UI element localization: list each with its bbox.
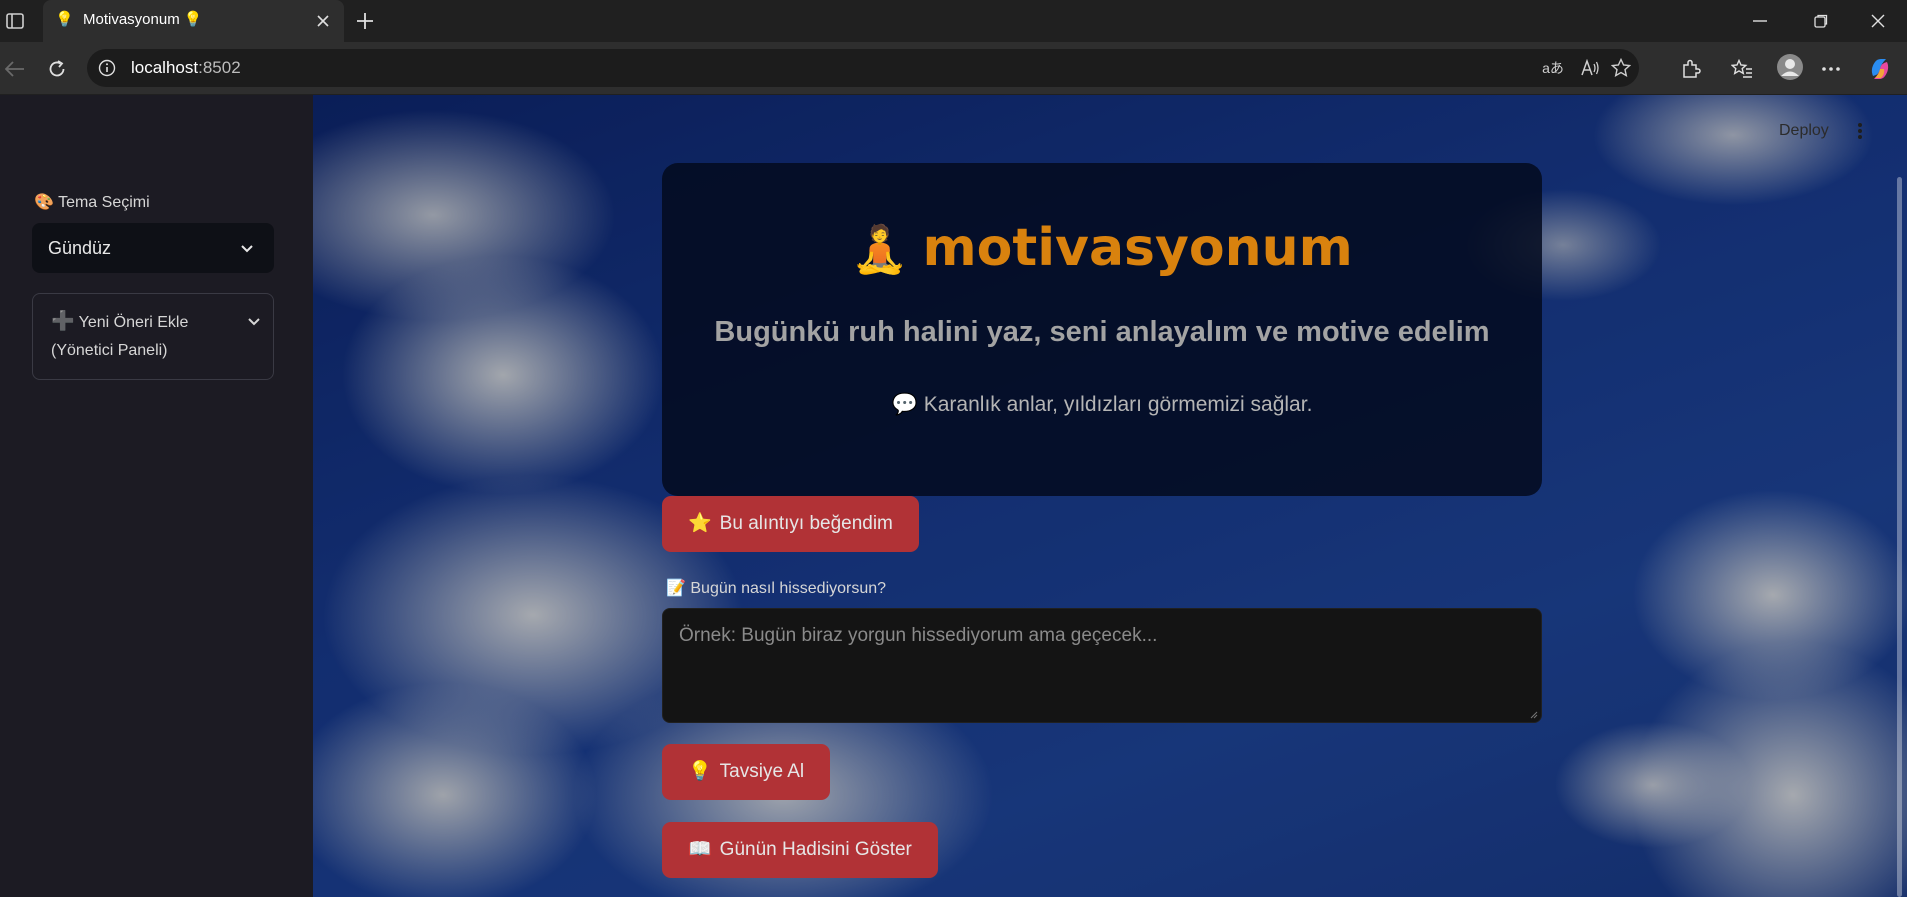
expander-label-line1: Yeni Öneri Ekle <box>78 314 189 331</box>
translate-icon[interactable]: aあ <box>1542 57 1564 79</box>
url-port: :8502 <box>198 58 241 77</box>
resize-handle-icon[interactable] <box>1530 711 1538 719</box>
favorites-icon[interactable] <box>1727 54 1757 84</box>
page-subtitle: Bugünkü ruh halini yaz, seni anlayalım v… <box>714 316 1490 348</box>
url-host: localhost <box>131 58 199 77</box>
chevron-down-icon <box>248 318 260 326</box>
book-icon: 📖 <box>688 839 712 860</box>
admin-panel-expander-label: ➕ Yeni Öneri Ekle (Yönetici Paneli) <box>51 308 231 365</box>
close-tab-icon[interactable] <box>311 9 335 33</box>
read-aloud-icon[interactable] <box>1579 57 1601 79</box>
daily-quote: 💬 Karanlık anlar, yıldızları görmemizi sa… <box>662 392 1542 418</box>
get-advice-label: Tavsiye Al <box>719 761 805 782</box>
plus-icon: ➕ <box>51 311 75 332</box>
tab-title: Motivasyonum 💡 <box>83 11 203 28</box>
show-hadith-label: Günün Hadisini Göster <box>719 839 912 860</box>
theme-select[interactable]: Gündüz <box>32 223 274 273</box>
mood-textarea-placeholder: Örnek: Bugün biraz yorgun hissediyorum a… <box>679 625 1158 646</box>
back-icon[interactable] <box>0 54 30 84</box>
profile-avatar-icon[interactable] <box>1773 50 1807 84</box>
deploy-button[interactable]: Deploy <box>1779 121 1829 141</box>
restore-icon[interactable] <box>1804 6 1838 36</box>
show-hadith-button[interactable]: 📖 Günün Hadisini Göster <box>662 822 938 878</box>
page-title: 🧘 motivasyonum <box>662 218 1542 279</box>
lightbulb-icon: 💡 <box>688 761 712 782</box>
expander-label-line2: (Yönetici Paneli) <box>51 342 168 359</box>
star-icon: ⭐ <box>688 513 712 534</box>
main-content: Deploy 🧘 motivasyonum Bugünkü ruh halini … <box>313 95 1907 897</box>
site-info-icon[interactable] <box>98 59 116 77</box>
hero-card: 🧘 motivasyonum Bugünkü ruh halini yaz, se… <box>662 163 1542 496</box>
theme-select-value: Gündüz <box>48 238 112 258</box>
address-bar[interactable]: localhost:8502 aあ <box>87 49 1639 87</box>
tab-bar: 💡 Motivasyonum 💡 <box>0 0 1907 42</box>
admin-panel-expander[interactable]: ➕ Yeni Öneri Ekle (Yönetici Paneli) <box>32 293 274 380</box>
url-text[interactable]: localhost:8502 <box>131 59 241 77</box>
meditation-icon: 🧘 <box>851 222 909 276</box>
like-quote-button[interactable]: ⭐ Bu alıntıyı beğendim <box>662 496 919 552</box>
scrollbar[interactable] <box>1897 177 1902 897</box>
like-quote-label: Bu alıntıyı beğendim <box>719 513 893 534</box>
minimize-icon[interactable] <box>1743 6 1777 36</box>
reload-icon[interactable] <box>42 54 72 84</box>
main-menu-icon[interactable] <box>1853 121 1867 141</box>
sidebar: 🎨 Tema Seçimi Gündüz ➕ Yeni Öneri Ekle (Y… <box>0 95 313 897</box>
get-advice-button[interactable]: 💡 Tavsiye Al <box>662 744 831 800</box>
more-options-icon[interactable] <box>1816 54 1846 84</box>
theme-select-label: 🎨 Tema Seçimi <box>34 194 150 211</box>
tab-favicon-icon: 💡 <box>55 11 74 28</box>
browser-toolbar: localhost:8502 aあ <box>0 42 1907 137</box>
mood-input-label: 📝 Bugün nasıl hissediyorsun? <box>666 580 887 597</box>
browser-tab[interactable]: 💡 Motivasyonum 💡 <box>43 0 344 42</box>
close-window-icon[interactable] <box>1861 6 1895 36</box>
tab-actions-icon[interactable] <box>2 8 28 34</box>
new-tab-icon[interactable] <box>352 8 378 34</box>
copilot-icon[interactable] <box>1865 54 1895 84</box>
daily-quote-text: Karanlık anlar, yıldızları görmemizi sağ… <box>923 393 1313 416</box>
chevron-down-icon <box>241 245 253 253</box>
mood-textarea[interactable]: Örnek: Bugün biraz yorgun hissediyorum a… <box>662 608 1542 723</box>
speech-bubble-icon: 💬 <box>891 393 918 416</box>
favorite-star-icon[interactable] <box>1610 57 1632 79</box>
page-title-text: motivasyonum <box>922 218 1353 278</box>
extensions-icon[interactable] <box>1676 54 1706 84</box>
